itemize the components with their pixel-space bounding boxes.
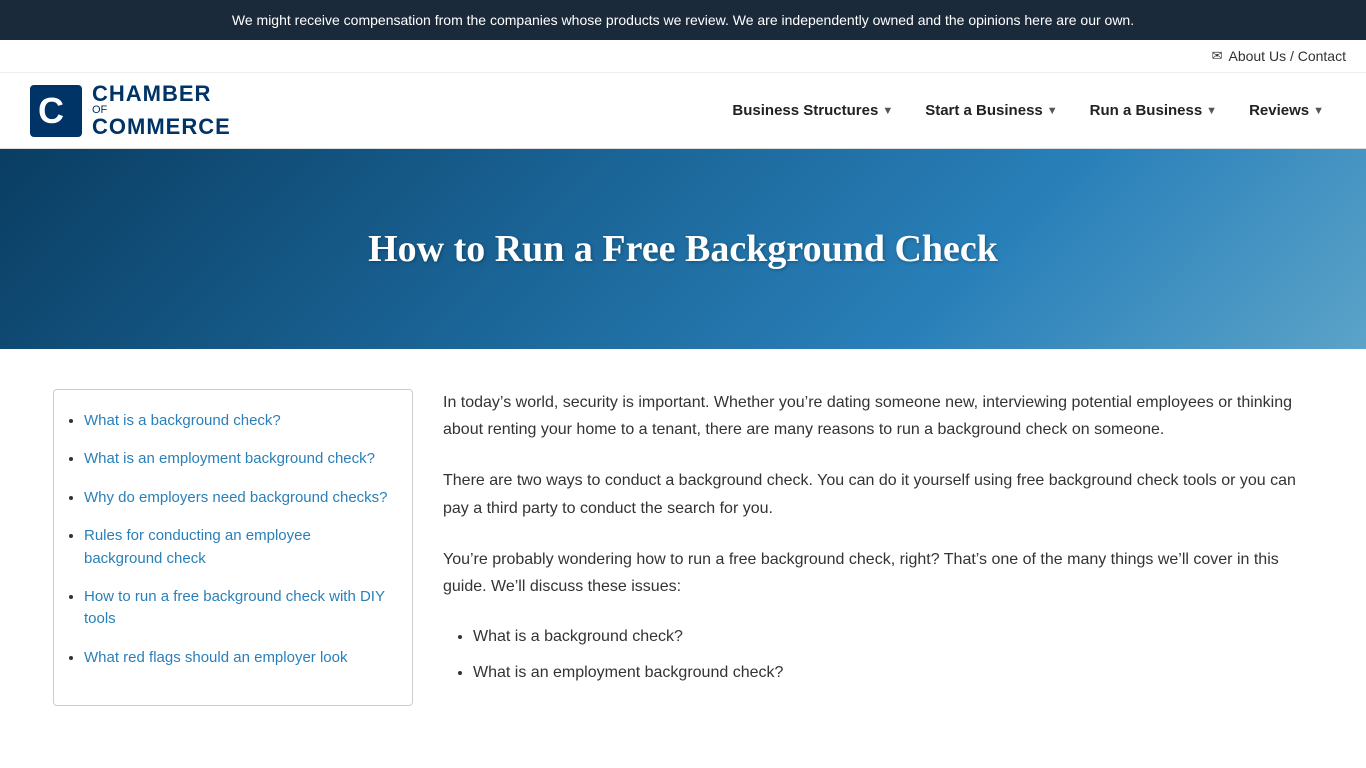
about-bar: ✉ About Us / Contact: [0, 40, 1366, 73]
nav-item-run-a-business[interactable]: Run a Business ▼: [1078, 94, 1229, 127]
toc-box: What is a background check? What is an e…: [53, 389, 413, 706]
toc-item-3: Rules for conducting an employee backgro…: [84, 525, 392, 570]
article-list-item-0: What is a background check?: [473, 624, 1313, 650]
nav-label-run-a-business: Run a Business: [1090, 102, 1203, 119]
envelope-icon: ✉: [1212, 48, 1223, 64]
nav-item-reviews[interactable]: Reviews ▼: [1237, 94, 1336, 127]
toc-item-2: Why do employers need background checks?: [84, 487, 392, 509]
article-list: What is a background check? What is an e…: [443, 624, 1313, 685]
nav-item-start-a-business[interactable]: Start a Business ▼: [913, 94, 1069, 127]
logo-chamber: CHAMBER: [92, 83, 231, 105]
toc-list: What is a background check? What is an e…: [64, 410, 392, 669]
chevron-down-icon-2: ▼: [1206, 105, 1217, 117]
toc-link-2[interactable]: Why do employers need background checks?: [84, 489, 388, 506]
toc-item-0: What is a background check?: [84, 410, 392, 432]
logo-commerce: COMMERCE: [92, 116, 231, 138]
toc-link-4[interactable]: How to run a free background check with …: [84, 588, 385, 627]
article-paragraph-0: In today’s world, security is important.…: [443, 389, 1313, 443]
hero-section: How to Run a Free Background Check: [0, 149, 1366, 349]
svg-text:C: C: [38, 90, 64, 131]
article-paragraph-2: You’re probably wondering how to run a f…: [443, 546, 1313, 600]
nav-label-business-structures: Business Structures: [732, 102, 878, 119]
sidebar: What is a background check? What is an e…: [53, 389, 413, 706]
toc-link-0[interactable]: What is a background check?: [84, 412, 281, 429]
chevron-down-icon-0: ▼: [882, 105, 893, 117]
site-header: C CHAMBER OF COMMERCE Business Structure…: [0, 73, 1366, 149]
toc-item-5: What red flags should an employer look: [84, 647, 392, 669]
toc-link-5[interactable]: What red flags should an employer look: [84, 649, 347, 666]
chevron-down-icon-3: ▼: [1313, 105, 1324, 117]
chevron-down-icon-1: ▼: [1047, 105, 1058, 117]
top-banner: We might receive compensation from the c…: [0, 0, 1366, 40]
main-article: In today’s world, security is important.…: [443, 389, 1313, 706]
logo-text: CHAMBER OF COMMERCE: [92, 83, 231, 138]
banner-text: We might receive compensation from the c…: [232, 12, 1134, 28]
hero-title: How to Run a Free Background Check: [368, 227, 998, 271]
toc-item-1: What is an employment background check?: [84, 448, 392, 470]
article-list-item-1: What is an employment background check?: [473, 660, 1313, 686]
nav-label-start-a-business: Start a Business: [925, 102, 1043, 119]
toc-item-4: How to run a free background check with …: [84, 586, 392, 631]
toc-link-3[interactable]: Rules for conducting an employee backgro…: [84, 527, 311, 566]
toc-link-1[interactable]: What is an employment background check?: [84, 450, 375, 467]
logo-link[interactable]: C CHAMBER OF COMMERCE: [30, 83, 231, 138]
content-wrapper: What is a background check? What is an e…: [33, 349, 1333, 746]
about-us-label: About Us / Contact: [1228, 48, 1346, 64]
nav-label-reviews: Reviews: [1249, 102, 1309, 119]
article-paragraph-1: There are two ways to conduct a backgrou…: [443, 467, 1313, 521]
main-nav: Business Structures ▼ Start a Business ▼…: [720, 94, 1336, 127]
about-us-link[interactable]: ✉ About Us / Contact: [1212, 48, 1346, 64]
nav-item-business-structures[interactable]: Business Structures ▼: [720, 94, 905, 127]
logo-icon: C: [30, 85, 82, 137]
